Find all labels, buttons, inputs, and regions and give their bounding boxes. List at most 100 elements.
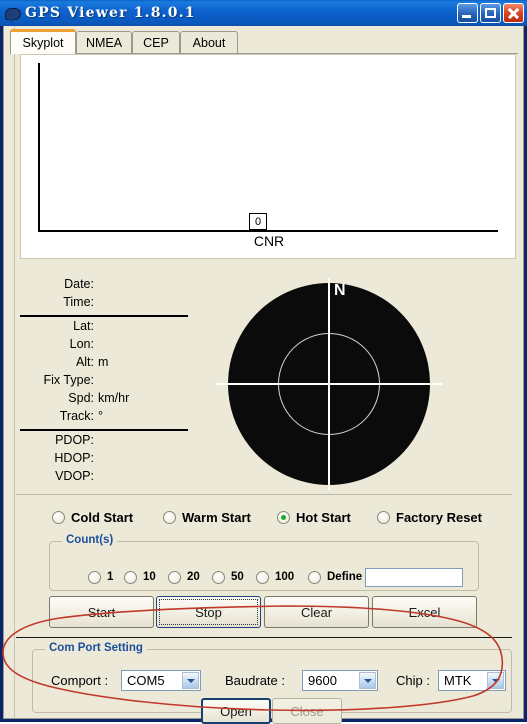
counts-group: Count(s) 1 10 20 50 100 Define [49,534,479,591]
info-row-fixtype: Fix Type: [16,372,206,389]
info-key: PDOP: [55,433,94,447]
radio-count-10[interactable]: 10 [124,566,156,588]
info-value: m [98,355,109,369]
info-row-vdop: VDOP: [16,468,206,485]
radio-count-1[interactable]: 1 [88,566,113,588]
com-port-group: Com Port Setting Comport : COM5 Baudrate… [32,642,512,724]
info-row-pdop: PDOP: [16,432,206,449]
chip-select[interactable]: MTK [438,670,506,691]
counts-group-label: Count(s) [62,534,118,546]
count-define-input[interactable] [365,568,463,587]
window-controls [457,3,524,23]
tab-cep-label: CEP [143,35,169,50]
tab-cep[interactable]: CEP [132,31,180,53]
client-area: Skyplot NMEA CEP About 0 CNR Date: Time:… [3,26,524,724]
skyplot-north-label: N [334,282,346,299]
info-key: Fix Type: [43,373,94,387]
start-button[interactable]: Start [49,596,154,628]
radio-label: 1 [107,571,114,583]
excel-button-label: Excel [408,604,441,620]
info-row-lon: Lon: [16,336,206,353]
app-window: GPS Viewer 1.8.0.1 Skyplot NMEA CEP Abou… [0,0,527,724]
start-mode-group: Cold Start Warm Start Hot Start Factory … [52,507,512,527]
chevron-down-icon[interactable] [359,672,376,689]
radio-indicator [52,510,65,524]
radio-warm-start[interactable]: Warm Start [163,507,251,527]
chart-x-axis [38,230,498,232]
info-row-lat: Lat: [16,318,206,335]
maximize-button[interactable] [480,3,501,23]
info-value: ° [98,409,103,423]
radio-label: 10 [143,571,156,583]
chevron-down-icon[interactable] [182,672,199,689]
info-key: VDOP: [55,469,94,483]
close-button-serial: Close [272,698,342,724]
radio-indicator [308,570,321,584]
radio-label: 50 [231,571,244,583]
tab-skyplot[interactable]: Skyplot [10,29,76,54]
start-button-label: Start [87,604,116,620]
tab-nmea[interactable]: NMEA [76,31,132,53]
skyplot-horizontal-axis [216,383,442,385]
tab-about-label: About [192,35,226,50]
chip-value: MTK [444,673,472,688]
radio-indicator [256,570,269,584]
window-title: GPS Viewer 1.8.0.1 [25,5,196,21]
minimize-button[interactable] [457,3,478,23]
radio-count-100[interactable]: 100 [256,566,294,588]
radio-count-20[interactable]: 20 [168,566,200,588]
info-key: HDOP: [54,451,94,465]
radio-label: Define [327,571,363,583]
info-key: Spd: [68,391,94,405]
info-row-date: Date: [16,276,206,293]
info-key: Lon: [69,337,94,351]
chart-x-axis-label: CNR [253,233,285,249]
info-key: Lat: [73,319,94,333]
radio-cold-start[interactable]: Cold Start [52,507,133,527]
close-button[interactable] [503,3,524,23]
app-chat-icon [4,6,21,23]
tab-skyplot-label: Skyplot [22,36,64,50]
excel-button[interactable]: Excel [372,596,477,628]
baudrate-select[interactable]: 9600 [302,670,378,691]
info-row-time: Time: [16,294,206,311]
radio-label: Hot Start [296,509,351,525]
info-row-hdop: HDOP: [16,450,206,467]
comport-select[interactable]: COM5 [121,670,201,691]
radio-label: Factory Reset [396,509,482,525]
radio-indicator [124,570,137,584]
chart-y-axis [38,63,40,231]
clear-button[interactable]: Clear [264,596,369,628]
gps-info-panel: Date: Time: Lat: Lon: Alt: m Fix Type: S… [16,276,206,483]
radio-count-define[interactable]: Define [308,566,362,588]
radio-indicator [163,510,176,524]
chip-label: Chip : [396,673,430,688]
tab-strip: Skyplot NMEA CEP About [10,29,518,54]
radio-indicator [88,570,101,584]
radio-label: 100 [275,571,295,583]
comport-label: Comport : [51,673,109,688]
cnr-chart: 0 CNR [20,54,516,259]
radio-hot-start[interactable]: Hot Start [277,507,351,527]
counts-options-row: 1 10 20 50 100 Define [50,566,478,588]
close-button-label: Close [290,703,324,719]
info-separator [20,429,188,431]
skyplot-radar: N [214,278,454,493]
tab-about[interactable]: About [180,31,238,53]
radio-factory-reset[interactable]: Factory Reset [377,507,482,527]
info-row-alt: Alt: m [16,354,206,371]
info-separator [20,315,188,317]
section-divider-top [16,494,512,496]
com-port-group-label: Com Port Setting [45,642,147,654]
open-button-label: Open [220,703,252,719]
stop-button[interactable]: Stop [156,596,261,628]
chevron-down-icon[interactable] [487,672,504,689]
baudrate-value: 9600 [308,673,337,688]
comport-value: COM5 [127,673,165,688]
clear-button-label: Clear [300,604,333,620]
radio-indicator [377,510,390,524]
open-button[interactable]: Open [201,698,271,724]
info-row-spd: Spd: km/hr [16,390,206,407]
radio-count-50[interactable]: 50 [212,566,244,588]
info-row-track: Track: ° [16,408,206,425]
